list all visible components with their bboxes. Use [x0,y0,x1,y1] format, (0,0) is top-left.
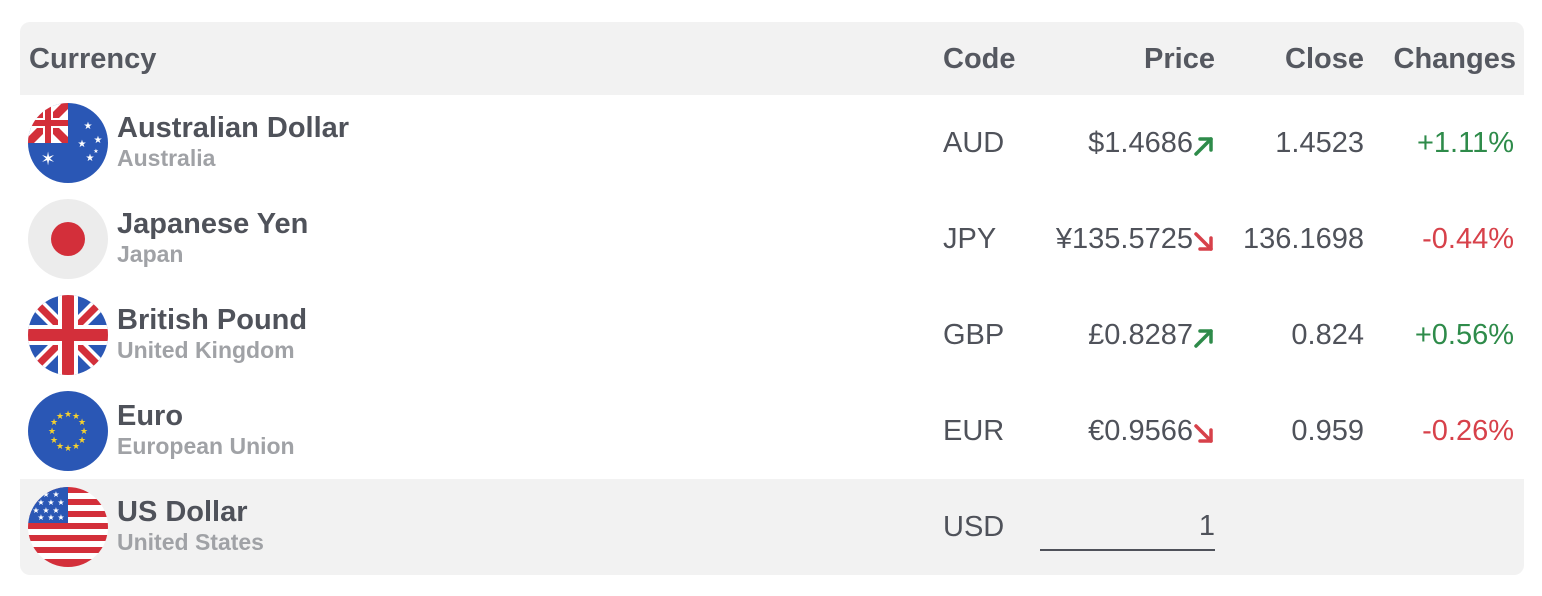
eu-flag-icon: ★ ★ ★ ★ ★ ★ ★ ★ ★ ★ ★ ★ [28,391,108,471]
svg-text:★: ★ [48,427,56,437]
trend-down-icon [1194,424,1213,443]
currency-name: Euro [117,400,184,432]
close-value: 0.824 [1291,319,1364,351]
close-value: 1.4523 [1275,127,1364,159]
country-name: Japan [117,241,184,267]
svg-text:★: ★ [64,410,72,420]
table-row[interactable]: ✶ ★ ★ ★ ★ ★ Australian Dollar Australia … [20,95,1524,191]
svg-text:✶: ✶ [40,149,55,170]
svg-text:★: ★ [64,444,72,454]
close-value: 136.1698 [1243,223,1364,255]
header-price[interactable]: Price [1144,42,1215,76]
japan-flag-icon [28,199,108,279]
base-currency-row: ★ ★ ★ ★ ★ ★ ★ ★ ★ ★ ★ ★ US Dollar United States … [20,479,1524,575]
currency-code: USD [943,511,1005,543]
currency-name: Japanese Yen [117,208,309,240]
svg-text:★: ★ [57,513,64,522]
currency-code: EUR [943,415,1005,447]
country-name: European Union [117,433,295,459]
currency-code: AUD [943,127,1005,159]
close-value: 0.959 [1291,415,1364,447]
trend-up-icon [1194,137,1213,156]
uk-flag-icon [28,295,108,375]
svg-text:★: ★ [78,139,87,150]
svg-text:★: ★ [50,436,58,446]
table-header: Currency Code Price Close Changes [20,22,1524,95]
currency-code: GBP [943,319,1005,351]
header-code[interactable]: Code [943,42,1016,76]
us-flag-icon: ★ ★ ★ ★ ★ ★ ★ ★ ★ ★ ★ ★ [28,487,108,567]
base-amount-input[interactable] [1040,503,1215,551]
country-name: Australia [117,145,216,171]
country-name: United States [117,529,264,555]
table-row[interactable]: Japanese Yen Japan JPY ¥135.5725 136.169… [20,191,1524,287]
svg-text:★: ★ [47,513,54,522]
trend-down-icon [1194,232,1213,251]
trend-up-icon [1194,329,1213,348]
change-value: +0.56% [1414,319,1514,351]
table-row[interactable]: ★ ★ ★ ★ ★ ★ ★ ★ ★ ★ ★ ★ Euro European Un… [20,383,1524,479]
currency-table: Currency Code Price Close Changes ✶ ★ ★ … [20,22,1524,575]
header-changes[interactable]: Changes [1394,42,1516,76]
currency-name: British Pound [117,304,308,336]
table-row[interactable]: British Pound United Kingdom GBP £0.8287… [20,287,1524,383]
svg-text:★: ★ [72,442,80,452]
price-value: £0.8287 [1088,319,1193,351]
currency-code: JPY [943,223,997,255]
svg-text:★: ★ [84,121,93,132]
change-value: +1.11% [1416,127,1514,159]
svg-text:★: ★ [94,135,103,146]
currency-name: US Dollar [117,496,248,528]
currency-name: Australian Dollar [117,112,350,144]
header-close[interactable]: Close [1285,42,1364,76]
change-value: -0.44% [1422,223,1514,255]
price-value: €0.9566 [1088,415,1193,447]
country-name: United Kingdom [117,337,295,363]
change-value: -0.26% [1422,415,1514,447]
header-currency[interactable]: Currency [29,42,156,76]
australia-flag-icon: ✶ ★ ★ ★ ★ ★ [28,103,108,183]
price-value: $1.4686 [1088,127,1193,159]
svg-text:★: ★ [93,148,98,155]
svg-text:★: ★ [56,412,64,422]
svg-text:★: ★ [32,490,39,499]
price-value: ¥135.5725 [1055,223,1193,255]
svg-text:★: ★ [37,513,44,522]
